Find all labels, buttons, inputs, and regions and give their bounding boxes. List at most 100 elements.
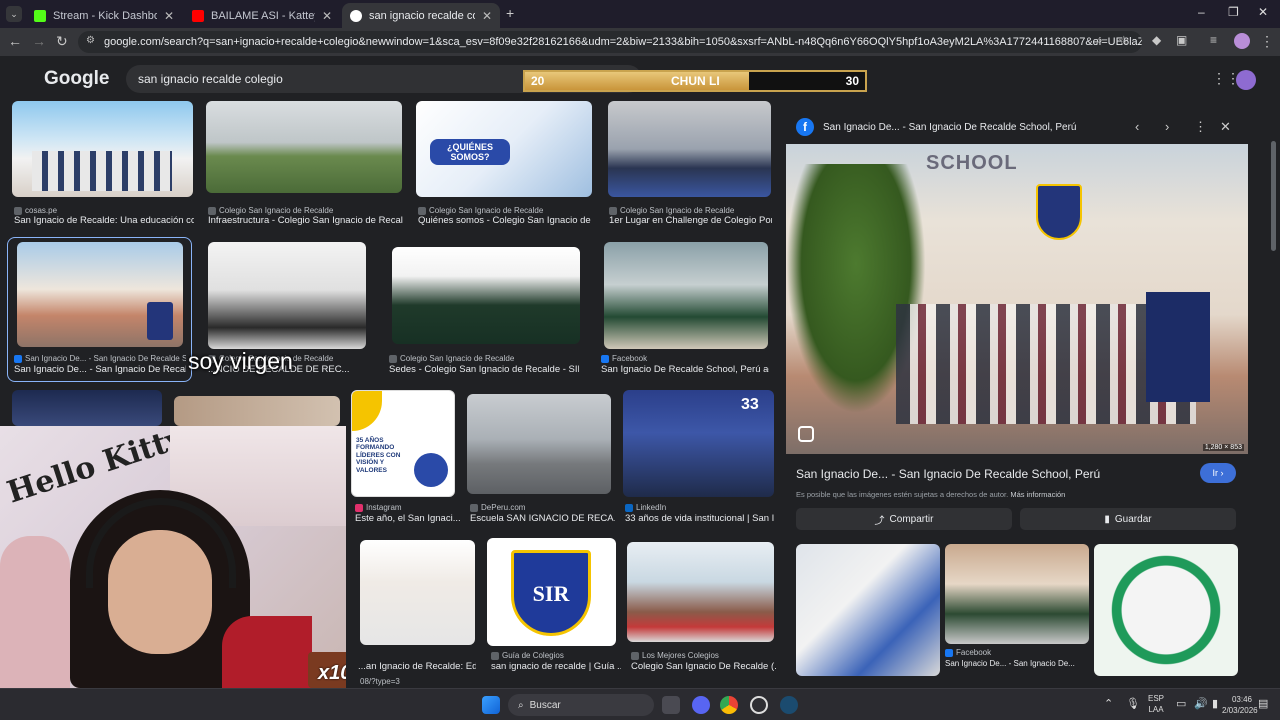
- profile-avatar[interactable]: [1234, 33, 1250, 49]
- result-image-10[interactable]: [467, 394, 611, 494]
- windows-start-icon[interactable]: [482, 696, 500, 714]
- result-image-1[interactable]: [12, 101, 193, 197]
- maximize-button[interactable]: ❐: [1228, 5, 1239, 19]
- result-image-12[interactable]: [360, 540, 475, 645]
- result-title-3[interactable]: Quiénes somos - Colegio San Ignacio de .…: [418, 215, 593, 226]
- bookmark-star-icon[interactable]: ☆: [1118, 33, 1130, 49]
- result-title-1[interactable]: San Ignacio de Recalde: Una educación co…: [14, 215, 194, 226]
- tray-chevron-icon[interactable]: ⌃: [1104, 697, 1113, 710]
- menu-icon[interactable]: ⋮: [1260, 33, 1274, 50]
- preview-image[interactable]: SCHOOL 1,280 × 853: [786, 144, 1248, 454]
- result-image-partial-a[interactable]: [12, 390, 162, 426]
- site-info-icon[interactable]: ⚙: [86, 35, 95, 46]
- result-image-partial-b[interactable]: [174, 396, 340, 426]
- minimize-button[interactable]: –: [1198, 5, 1205, 19]
- result-image-3[interactable]: ¿QUIÉNES SOMOS?: [416, 101, 592, 197]
- tab-google-search[interactable]: san ignacio recalde colegio - Bús ✕: [342, 3, 500, 28]
- taskbar-search[interactable]: ⌕ Buscar: [508, 694, 654, 716]
- visit-button[interactable]: Ir ›: [1200, 463, 1236, 483]
- result-image-14[interactable]: [627, 542, 774, 642]
- related-image-2[interactable]: [945, 544, 1089, 644]
- tab-kick-dashboard[interactable]: Stream - Kick Dashboard ✕: [26, 3, 182, 28]
- related-image-1[interactable]: [796, 544, 940, 676]
- save-button[interactable]: ▮ Guardar: [1020, 508, 1236, 530]
- preview-site-title[interactable]: San Ignacio De... - San Ignacio De Recal…: [823, 122, 1076, 133]
- close-tab-icon[interactable]: ✕: [164, 9, 174, 23]
- battery-icon[interactable]: ▮: [1212, 697, 1218, 710]
- close-tab-icon[interactable]: ✕: [322, 9, 332, 23]
- result-source-1[interactable]: cosas.pe: [14, 206, 194, 215]
- result-title-2[interactable]: Infraestructura - Colegio San Ignacio de…: [208, 215, 403, 226]
- result-source-9[interactable]: Instagram: [355, 503, 465, 512]
- close-preview-icon[interactable]: ✕: [1220, 119, 1231, 135]
- new-tab-button[interactable]: +: [506, 5, 514, 21]
- extension-icon[interactable]: ◆: [1152, 33, 1161, 47]
- media-icon[interactable]: ≡: [1210, 33, 1217, 47]
- result-title-9[interactable]: Este año, el San Ignaci...: [355, 513, 465, 524]
- lens-icon[interactable]: [798, 426, 814, 442]
- result-image-4[interactable]: [608, 101, 771, 197]
- result-title-12[interactable]: ...an Ignacio de Recalde: Ed...: [358, 661, 476, 672]
- result-image-2[interactable]: [206, 101, 402, 193]
- volume-icon[interactable]: 🔊: [1194, 697, 1208, 710]
- language-indicator[interactable]: ESP LAA: [1148, 693, 1164, 715]
- notifications-icon[interactable]: ▤: [1258, 697, 1268, 710]
- task-view-icon[interactable]: [662, 696, 680, 714]
- result-image-8[interactable]: [604, 242, 768, 349]
- back-icon[interactable]: ←: [8, 33, 22, 49]
- forward-icon[interactable]: →: [32, 33, 46, 49]
- scrollbar[interactable]: [1271, 141, 1276, 251]
- more-info-link[interactable]: Más información: [1010, 490, 1065, 499]
- result-title-14[interactable]: Colegio San Ignacio De Recalde (...: [631, 661, 776, 672]
- result-image-6[interactable]: [208, 242, 366, 349]
- result-source-2[interactable]: Colegio San Ignacio de Recalde: [208, 206, 403, 215]
- result-title-10[interactable]: Escuela SAN IGNACIO DE RECA...: [470, 513, 615, 524]
- result-source-3[interactable]: Colegio San Ignacio de Recalde: [418, 206, 593, 215]
- google-logo[interactable]: Google: [44, 68, 109, 90]
- more-options-icon[interactable]: ⋮: [1194, 119, 1207, 135]
- microphone-icon[interactable]: 🎙: [1126, 697, 1140, 710]
- prev-image-icon[interactable]: ‹: [1135, 119, 1139, 134]
- steam-icon[interactable]: [780, 696, 798, 714]
- source-favicon: [355, 503, 363, 512]
- result-source-13[interactable]: Guía de Colegios: [491, 651, 621, 660]
- result-title-13[interactable]: san ignacio de recalde | Guía ...: [491, 661, 621, 672]
- result-source-11[interactable]: LinkedIn: [625, 503, 775, 512]
- tab-youtube-bailame[interactable]: BAILAME ASI - Katteyes, Jere Kl ✕: [184, 3, 340, 28]
- result-title-4[interactable]: 1er Lugar en Challenge de Colegio Ponl..…: [609, 215, 772, 226]
- result-title-8[interactable]: San Ignacio De Recalde School, Perú ad..…: [601, 364, 769, 375]
- result-source-4[interactable]: Colegio San Ignacio de Recalde: [609, 206, 772, 215]
- clock[interactable]: 03:46 2/03/2026: [1222, 694, 1258, 716]
- result-image-7[interactable]: [392, 247, 580, 344]
- related-title-2[interactable]: San Ignacio De... - San Ignacio De...: [945, 659, 1089, 668]
- tab-search-icon[interactable]: ⌄: [6, 6, 22, 22]
- result-image-11[interactable]: 33: [623, 390, 774, 497]
- close-tab-icon[interactable]: ✕: [482, 9, 492, 23]
- close-window-button[interactable]: ✕: [1258, 5, 1268, 19]
- network-icon[interactable]: ▭: [1176, 697, 1186, 710]
- result-title-11[interactable]: 33 años de vida institucional | San I...: [625, 513, 775, 524]
- share-button[interactable]: ⤴ Compartir: [796, 508, 1012, 530]
- result-title-7[interactable]: Sedes - Colegio San Ignacio de Recalde -…: [389, 364, 579, 375]
- obs-icon[interactable]: [750, 696, 768, 714]
- discord-icon[interactable]: [692, 696, 710, 714]
- result-source-10[interactable]: DePeru.com: [470, 503, 615, 512]
- related-source-2[interactable]: Facebook: [945, 648, 1089, 657]
- chrome-icon[interactable]: [720, 696, 738, 714]
- result-source-7[interactable]: Colegio San Ignacio de Recalde: [389, 354, 579, 363]
- extensions-puzzle-icon[interactable]: ▣: [1176, 33, 1187, 47]
- result-source-8[interactable]: Facebook: [601, 354, 769, 363]
- result-image-9[interactable]: 35 AÑOS FORMANDO LÍDERES CON VISIÓN Y VA…: [351, 390, 455, 497]
- related-image-3[interactable]: [1094, 544, 1238, 676]
- account-avatar[interactable]: [1236, 70, 1256, 90]
- result-image-5[interactable]: [17, 242, 183, 347]
- reload-icon[interactable]: ↻: [56, 33, 68, 50]
- preview-caption[interactable]: San Ignacio De... - San Ignacio De Recal…: [796, 467, 1100, 481]
- result-title-5[interactable]: San Ignacio De... - San Ignacio De Recal…: [14, 364, 186, 375]
- result-image-13[interactable]: SIR: [487, 538, 616, 646]
- result-source-5[interactable]: San Ignacio De... - San Ignacio De Recal…: [14, 354, 186, 363]
- zoom-icon[interactable]: ⌕: [1096, 33, 1103, 48]
- result-source-14[interactable]: Los Mejores Colegios: [631, 651, 776, 660]
- address-bar[interactable]: ⚙ google.com/search?q=san+ignacio+recald…: [78, 31, 1142, 53]
- next-image-icon[interactable]: ›: [1165, 119, 1169, 134]
